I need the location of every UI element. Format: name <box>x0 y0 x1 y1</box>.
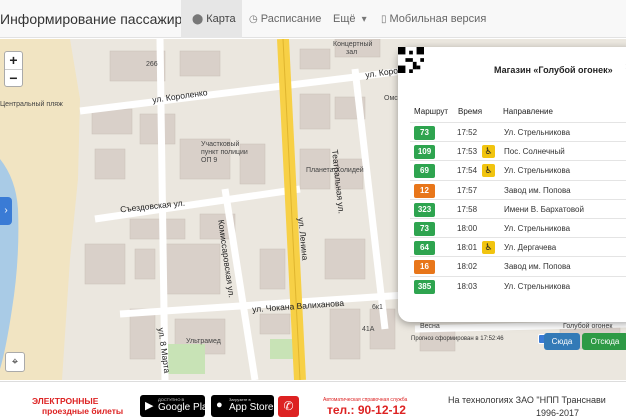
arrival-time: 18:00 <box>457 224 478 233</box>
map-label-concert-2: зал <box>346 49 358 56</box>
locate-button[interactable]: ⌖ <box>5 352 25 372</box>
footer: ЭЛЕКТРОННЫЕ проездные билеты ▶ ДОСТУПНО … <box>0 381 626 418</box>
ticket-title[interactable]: ЭЛЕКТРОННЫЕ <box>32 396 98 406</box>
route-direction: Завод им. Попова <box>504 185 571 195</box>
table-row[interactable]: 16 18:02 Завод им. Попова <box>410 256 626 276</box>
map-label-ons: Омс <box>384 95 398 102</box>
credits-years: 1996-2017 <box>536 408 580 418</box>
map-label-police-1: Участковый <box>201 141 240 148</box>
phone-icon: ✆ <box>278 396 299 417</box>
route-direction: Имени В. Бархатовой <box>504 204 584 214</box>
forecast-note: Прогноз сформирован в 17:52:46 <box>411 336 504 342</box>
helpline-phone[interactable]: тел.: 90-12-12 <box>327 403 406 417</box>
header-route: Маршрут <box>414 107 449 116</box>
table-row[interactable]: 109 17:53 ♿ Пос. Солнечный <box>410 141 626 161</box>
map-label-blue-fire: Голубой огонек <box>563 323 613 330</box>
map-label-6k1: 6к1 <box>372 304 383 311</box>
route-badge[interactable]: 64 <box>414 241 435 256</box>
credits-text[interactable]: На технологиях ЗАО "НПП Транснави <box>448 395 606 405</box>
map-label-vesna: Весна <box>420 323 440 330</box>
header-time: Время <box>458 107 483 116</box>
zoom-in-button[interactable]: + <box>5 52 22 70</box>
stop-name-title: Магазин «Голубой огонек» <box>494 65 613 75</box>
google-play-icon: ▶ <box>145 400 154 412</box>
map-label-ultramed: Ультрамед <box>186 338 221 345</box>
apple-icon: ● <box>216 399 223 411</box>
route-direction: Ул. Стрельникова <box>504 281 571 291</box>
route-badge[interactable]: 109 <box>414 145 435 160</box>
caret-down-icon: ▾ <box>361 14 367 25</box>
chevron-right-icon: › <box>4 205 8 216</box>
route-direction: Завод им. Попова <box>504 262 571 272</box>
route-direction: Ул. Дергачева <box>504 243 557 253</box>
map-view[interactable]: Центральный пляж ул. Короленко ул. Корол… <box>0 39 626 380</box>
map-marker-icon: ⬤ <box>192 14 204 25</box>
app-store-label: App Store <box>229 402 274 413</box>
arrival-time: 17:52 <box>457 128 478 137</box>
route-badge[interactable]: 73 <box>414 126 435 140</box>
route-direction: Ул. Стрельникова <box>504 224 571 233</box>
wheelchair-icon: ♿ <box>482 164 495 178</box>
side-panel-toggle[interactable]: › <box>0 197 12 225</box>
wheelchair-icon: ♿ <box>482 145 495 159</box>
stop-popup: Магазин «Голубой огонек» × Маршрут Время… <box>398 47 626 350</box>
route-badge[interactable]: 73 <box>414 222 435 236</box>
route-badge[interactable]: 385 <box>414 279 435 294</box>
map-label-police-2: пункт полиции <box>201 149 248 156</box>
arrival-time: 18:01 <box>457 243 478 253</box>
nav-map-tab[interactable]: ⬤ Карта <box>181 0 242 38</box>
table-row[interactable]: 69 17:54 ♿ Ул. Стрельникова <box>410 160 626 180</box>
table-row[interactable]: 12 17:57 Завод им. Попова <box>410 179 626 200</box>
zoom-control: + − <box>4 51 23 87</box>
arrival-time: 18:02 <box>457 262 478 272</box>
google-play-label: Google Play <box>158 402 213 413</box>
wheelchair-icon: ♿ <box>482 241 495 255</box>
arrival-time: 17:54 <box>457 166 478 176</box>
clock-icon: ◷ <box>249 14 258 25</box>
zoom-out-button[interactable]: − <box>5 70 22 88</box>
map-label-41a: 41А <box>362 326 375 333</box>
app-store-button[interactable]: ● Загрузите в App Store <box>211 395 274 417</box>
map-label-beach: Центральный пляж <box>0 101 63 108</box>
nav-schedule-tab[interactable]: ◷ Расписание <box>249 0 321 38</box>
nav-mobile-version[interactable]: ▯ Мобильная версия <box>381 0 486 38</box>
nav-mobile-label: Мобильная версия <box>389 13 487 25</box>
route-badge[interactable]: 323 <box>414 202 435 217</box>
route-direction: Пос. Солнечный <box>504 147 565 157</box>
map-label-police-3: ОП 9 <box>201 157 218 164</box>
locate-icon: ⌖ <box>11 356 19 368</box>
nav-schedule-label: Расписание <box>260 13 322 25</box>
route-from-button[interactable]: Отсюда <box>582 333 626 350</box>
arrival-time: 17:57 <box>457 185 478 195</box>
nav-more-label: Ещё <box>333 13 356 25</box>
route-badge[interactable]: 12 <box>414 183 435 198</box>
route-badge[interactable]: 69 <box>414 164 435 179</box>
map-label-266: 266 <box>146 61 158 68</box>
route-badge[interactable]: 16 <box>414 260 435 275</box>
ticket-subtitle[interactable]: проездные билеты <box>42 406 123 416</box>
nav-more-dropdown[interactable]: Ещё ▾ <box>333 0 370 38</box>
arrival-time: 17:53 <box>457 147 478 157</box>
qr-code-icon <box>398 47 424 73</box>
google-play-button[interactable]: ▶ ДОСТУПНО В Google Play <box>140 395 212 417</box>
nav-map-label: Карта <box>206 13 236 25</box>
arrival-time: 18:03 <box>457 281 478 291</box>
table-row[interactable]: 323 17:58 Имени В. Бархатовой <box>410 198 626 219</box>
table-row[interactable]: 64 18:01 ♿ Ул. Дергачева <box>410 237 626 257</box>
mobile-icon: ▯ <box>381 14 387 25</box>
route-to-button[interactable]: Сюда <box>544 333 580 350</box>
header-direction: Направление <box>503 107 553 116</box>
table-row[interactable]: 73 18:00 Ул. Стрельникова <box>410 218 626 238</box>
map-label-concert-1: Концертный <box>333 41 373 48</box>
route-direction: Ул. Стрельникова <box>504 128 571 137</box>
arrival-time: 17:58 <box>457 204 478 214</box>
top-navbar: Информирование пассажиров ⬤ Карта ◷ Распис… <box>0 0 626 38</box>
route-direction: Ул. Стрельникова <box>504 166 571 176</box>
brand-title[interactable]: Информирование пассажиров <box>0 0 198 38</box>
table-row[interactable]: 385 18:03 Ул. Стрельникова <box>410 275 626 296</box>
table-row[interactable]: 73 17:52 Ул. Стрельникова <box>410 122 626 142</box>
